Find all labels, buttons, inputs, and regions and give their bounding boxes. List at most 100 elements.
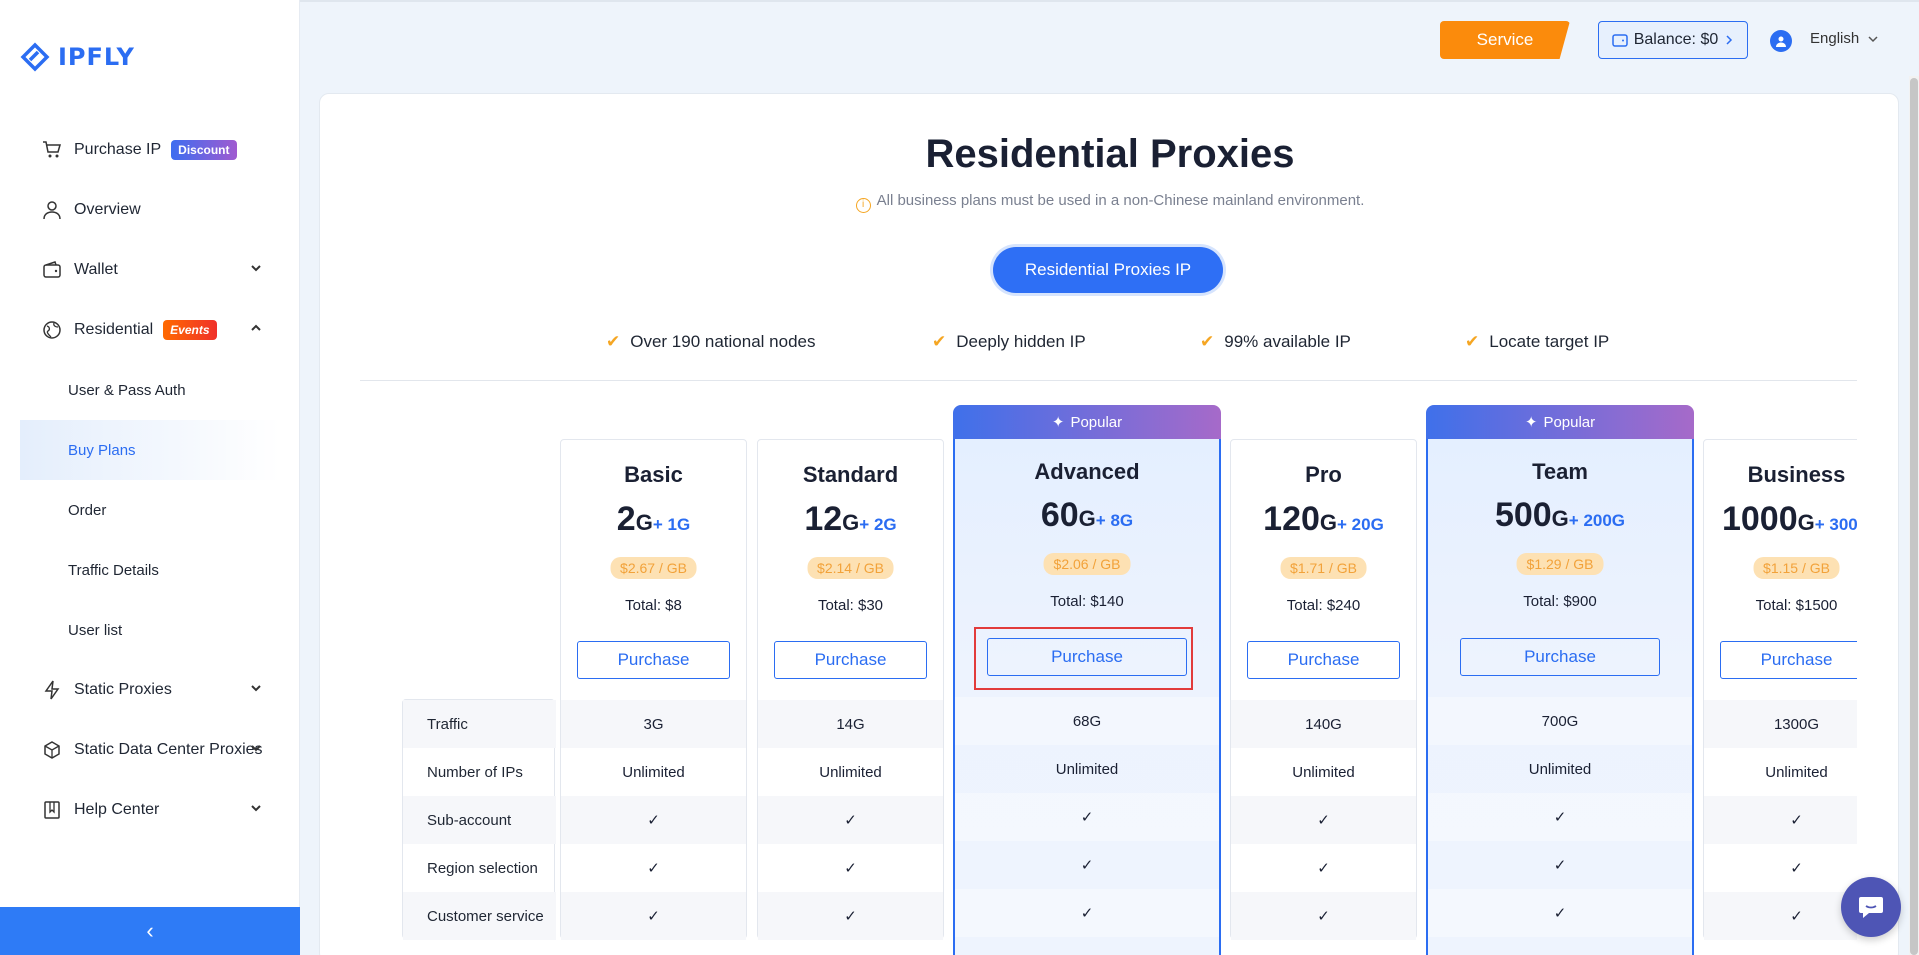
- topbar: Service Balance: $0 English: [300, 0, 1919, 76]
- traffic-cell: 68G: [955, 697, 1219, 745]
- sidebar-item-label: Buy Plans: [68, 441, 136, 459]
- notice: i All business plans must be used in a no…: [320, 192, 1857, 213]
- purchase-button[interactable]: Purchase: [1720, 641, 1857, 679]
- sidebar-item-label: Help Center: [74, 801, 160, 818]
- sidebar-item-label: Static Data Center Proxies: [74, 741, 263, 758]
- check-icon: ✔: [1465, 332, 1480, 351]
- check-icon: ✓: [758, 796, 943, 844]
- check-icon: ✓: [1704, 892, 1857, 940]
- feature-label: Locate target IP: [1489, 332, 1610, 351]
- purchase-button[interactable]: Purchase: [774, 641, 927, 679]
- chat-icon: [1859, 897, 1883, 918]
- plan-qty: 500: [1494, 496, 1552, 534]
- divider: [360, 380, 1857, 381]
- sidebar-item-overview[interactable]: Overview: [20, 180, 280, 240]
- plan-name: Pro: [1305, 462, 1342, 487]
- sidebar-item-wallet[interactable]: Wallet: [20, 240, 280, 300]
- check-icon: ✓: [844, 860, 857, 877]
- sidebar-item-purchase-ip[interactable]: Purchase IP Discount: [20, 120, 280, 180]
- plan-total: Total: $240: [1286, 597, 1361, 614]
- chevron-up-icon: [251, 324, 261, 331]
- check-icon: ✔: [1200, 332, 1215, 351]
- sidebar-item-label: Overview: [74, 201, 141, 218]
- ips-cell: Unlimited: [1055, 760, 1119, 778]
- sidebar-item-user-list[interactable]: User list: [20, 600, 280, 660]
- scrollbar-thumb[interactable]: [1910, 78, 1918, 955]
- plan-qty: 12: [804, 500, 843, 538]
- plan-quantity: 60G+ 8G: [955, 496, 1219, 535]
- sidebar-item-label: User & Pass Auth: [68, 381, 186, 399]
- user-icon: [42, 200, 62, 220]
- feature-labels-column: Traffic Number of IPs Sub-account Region…: [402, 699, 556, 940]
- box-icon: [42, 740, 62, 760]
- sidebar-item-traffic-details[interactable]: Traffic Details: [20, 540, 280, 600]
- plan-quantity: 1000G+ 300G: [1704, 500, 1857, 539]
- plan-name: Standard: [802, 462, 899, 487]
- row-label-sub-account: Sub-account: [403, 796, 556, 844]
- traffic-cell: 1300G: [1704, 700, 1857, 748]
- row-label-region: Region selection: [427, 859, 538, 877]
- logo[interactable]: IPFLY: [20, 42, 135, 72]
- plan-qty: 2: [616, 500, 636, 538]
- plan-bonus: + 200G: [1568, 511, 1626, 530]
- ips-cell: Unlimited: [622, 763, 685, 781]
- language-label: English: [1810, 30, 1860, 47]
- sidebar-item-label: Static Proxies: [74, 681, 172, 698]
- plan-unit: G: [635, 510, 653, 535]
- chat-button[interactable]: [1841, 877, 1901, 937]
- sidebar-item-static-proxies[interactable]: Static Proxies: [20, 660, 280, 720]
- events-badge: Events: [163, 320, 217, 340]
- popular-label: Popular: [1543, 413, 1596, 431]
- tab-residential-proxies-ip[interactable]: Residential Proxies IP: [993, 247, 1223, 293]
- info-icon: i: [855, 198, 871, 213]
- plan-card-pro: Pro 120G+ 20G $1.71 / GB Total: $240 Pur…: [1230, 439, 1417, 940]
- check-icon: ✓: [1317, 860, 1330, 877]
- plan-unit: G: [1078, 506, 1096, 531]
- collapse-sidebar-button[interactable]: ‹: [0, 907, 300, 955]
- popular-banner: ✦ Popular: [953, 405, 1221, 439]
- check-icon: ✓: [1428, 793, 1692, 841]
- plan-total: Total: $140: [1050, 593, 1124, 610]
- check-icon: ✔: [932, 332, 947, 351]
- chevron-right-icon: [1726, 35, 1733, 45]
- purchase-button[interactable]: Purchase: [1460, 638, 1660, 676]
- purchase-button[interactable]: Purchase: [987, 638, 1187, 676]
- plan-card-advanced: ✦ Popular Advanced 60G+ 8G $2.06 / GB Tot…: [953, 405, 1221, 955]
- sidebar-item-residential[interactable]: Residential Events: [20, 300, 280, 360]
- check-icon: ✓: [561, 796, 746, 844]
- globe-icon: [42, 320, 62, 340]
- plan-total: Total: $8: [625, 597, 682, 614]
- check-icon: ✓: [561, 892, 746, 940]
- sidebar-item-buy-plans[interactable]: Buy Plans: [20, 420, 280, 480]
- ips-cell: Unlimited: [1292, 763, 1355, 781]
- sidebar-item-static-data-center-proxies[interactable]: Static Data Center Proxies: [20, 720, 280, 780]
- sidebar-item-label: Wallet: [74, 261, 118, 278]
- purchase-button[interactable]: Purchase: [577, 641, 730, 679]
- check-icon: ✓: [647, 860, 660, 877]
- plan-bonus: + 1G: [652, 515, 691, 534]
- sidebar-item-help-center[interactable]: Help Center: [20, 780, 280, 840]
- sidebar-item-order[interactable]: Order: [20, 480, 280, 540]
- traffic-cell: 14G: [758, 700, 943, 748]
- balance-label: Balance: $0: [1633, 31, 1719, 48]
- language-selector[interactable]: English: [1810, 30, 1879, 47]
- balance-button[interactable]: Balance: $0: [1598, 21, 1748, 59]
- purchase-button[interactable]: Purchase: [1247, 641, 1400, 679]
- service-button[interactable]: Service: [1440, 21, 1570, 59]
- chevron-left-icon: ‹: [146, 918, 154, 943]
- avatar[interactable]: [1770, 30, 1792, 52]
- traffic-cell: 700G: [1428, 697, 1692, 745]
- chevron-down-icon: [251, 265, 261, 272]
- ips-cell: Unlimited: [1528, 760, 1592, 778]
- chevron-down-icon: [1868, 35, 1878, 42]
- ips-cell: Unlimited: [1765, 763, 1828, 781]
- user-icon: [1776, 36, 1786, 47]
- sidebar: IPFLY Purchase IP Discount Overview Wall…: [0, 0, 300, 955]
- row-label-ips: Number of IPs: [427, 763, 523, 781]
- price-per-gb-badge: $1.71 / GB: [1280, 557, 1367, 579]
- sidebar-item-user-pass-auth[interactable]: User & Pass Auth: [20, 360, 280, 420]
- row-label-customer-service: Customer service: [403, 892, 556, 940]
- check-icon: ✓: [758, 892, 943, 940]
- discount-badge: Discount: [171, 140, 237, 160]
- check-icon: ✔: [606, 332, 621, 351]
